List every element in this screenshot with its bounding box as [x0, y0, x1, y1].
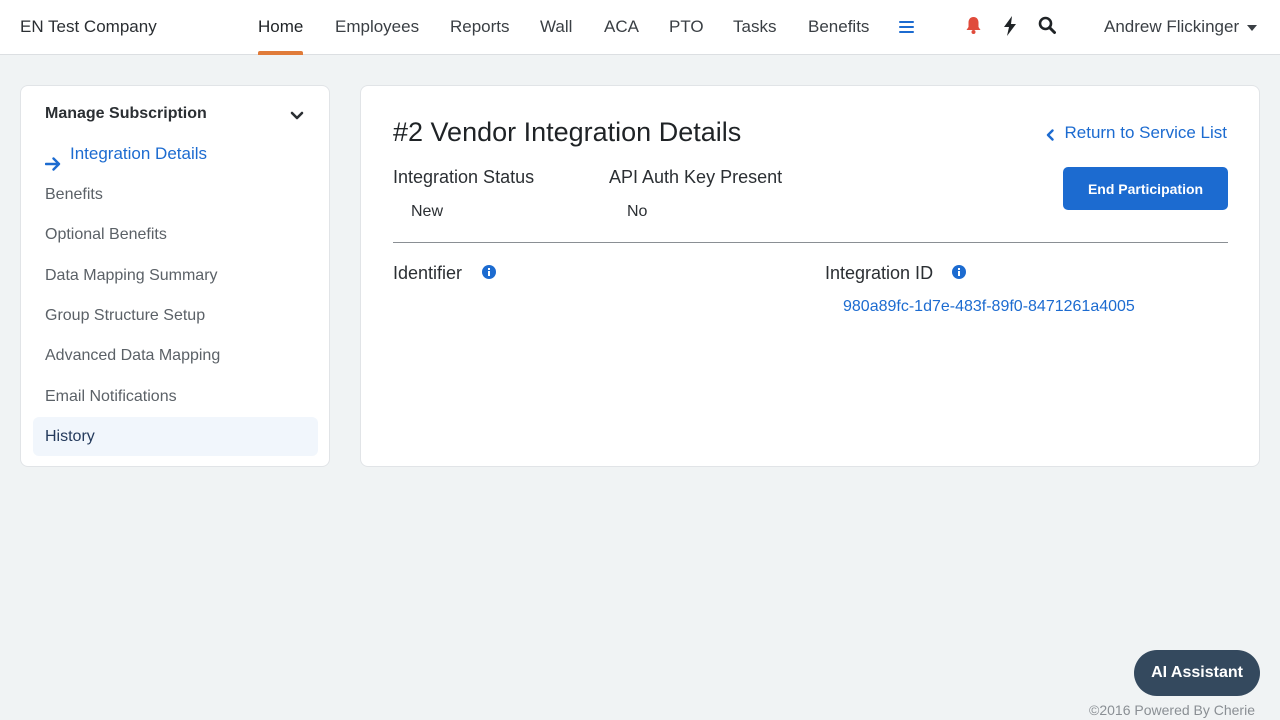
chevron-down-icon[interactable]	[290, 108, 304, 126]
nav-benefits[interactable]: Benefits	[808, 17, 869, 37]
api-auth-key-label: API Auth Key Present	[609, 167, 783, 187]
integration-details-card: #2 Vendor Integration Details Return to …	[360, 85, 1260, 467]
sidebar-heading: Manage Subscription	[45, 105, 207, 122]
nav-reports[interactable]: Reports	[450, 17, 510, 37]
ai-assistant-button[interactable]: AI Assistant	[1134, 650, 1260, 696]
company-name[interactable]: EN Test Company	[20, 17, 157, 37]
integration-id-value[interactable]: 980a89fc-1d7e-483f-89f0-8471261a4005	[843, 298, 1135, 316]
nav-wall[interactable]: Wall	[540, 17, 572, 37]
sidebar-item-data-mapping-summary[interactable]: Data Mapping Summary	[33, 256, 318, 295]
sidebar-item-label: Email Notifications	[45, 388, 177, 405]
sidebar: Manage Subscription Integration Details …	[20, 85, 330, 467]
sidebar-item-group-structure-setup[interactable]: Group Structure Setup	[33, 296, 318, 335]
user-menu[interactable]: Andrew Flickinger	[1104, 17, 1239, 37]
page-title: #2 Vendor Integration Details	[393, 117, 742, 147]
search-icon[interactable]	[1038, 16, 1056, 40]
sidebar-item-benefits[interactable]: Benefits	[33, 175, 318, 214]
active-nav-indicator	[258, 51, 303, 55]
sidebar-item-label: Data Mapping Summary	[45, 267, 218, 284]
api-auth-key-value: No	[627, 203, 648, 220]
nav-pto[interactable]: PTO	[669, 17, 704, 37]
sidebar-item-advanced-data-mapping[interactable]: Advanced Data Mapping	[33, 336, 318, 375]
info-icon[interactable]	[952, 265, 966, 279]
sidebar-item-optional-benefits[interactable]: Optional Benefits	[33, 215, 318, 254]
nav-tasks[interactable]: Tasks	[733, 17, 776, 37]
section-divider	[393, 242, 1228, 243]
nav-home[interactable]: Home	[258, 17, 303, 37]
sidebar-item-label: Benefits	[45, 186, 103, 203]
sidebar-item-email-notifications[interactable]: Email Notifications	[33, 377, 318, 416]
return-to-service-list-link[interactable]: Return to Service List	[1047, 123, 1227, 143]
caret-down-icon[interactable]	[1247, 25, 1257, 31]
sidebar-item-label: History	[45, 428, 95, 445]
chevron-left-icon	[1046, 126, 1055, 146]
bell-icon[interactable]	[965, 16, 982, 40]
sidebar-item-label: Integration Details	[70, 144, 208, 163]
nav-aca[interactable]: ACA	[604, 17, 639, 37]
return-link-label: Return to Service List	[1064, 123, 1227, 142]
integration-id-label: Integration ID	[825, 263, 934, 283]
end-participation-button[interactable]: End Participation	[1063, 167, 1228, 210]
sidebar-item-label: Group Structure Setup	[45, 307, 206, 324]
integration-status-label: Integration Status	[393, 167, 535, 187]
nav-employees[interactable]: Employees	[335, 17, 419, 37]
info-icon[interactable]	[482, 265, 496, 279]
menu-icon[interactable]	[899, 21, 914, 34]
lightning-icon[interactable]	[1003, 16, 1017, 41]
integration-status-value: New	[411, 203, 444, 220]
copyright-text: ©2016 Powered By Cherie	[1089, 702, 1255, 718]
sidebar-item-label: Advanced Data Mapping	[45, 347, 221, 364]
sidebar-item-label: Optional Benefits	[45, 226, 167, 243]
identifier-label: Identifier	[393, 263, 463, 283]
sidebar-item-integration-details[interactable]: Integration Details	[33, 134, 318, 173]
sidebar-item-history[interactable]: History	[33, 417, 318, 456]
top-navigation-bar: EN Test Company Home Employees Reports W…	[0, 0, 1280, 55]
